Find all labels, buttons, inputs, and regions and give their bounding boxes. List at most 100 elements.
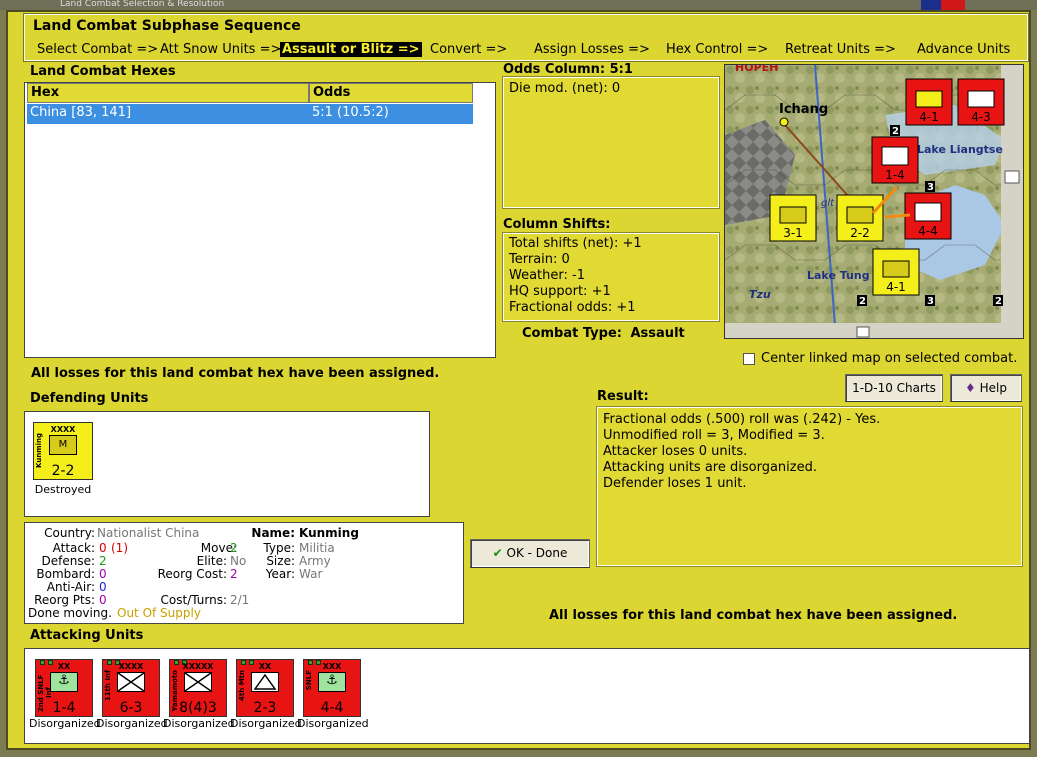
anchor-icon: ⚓ [318, 672, 346, 692]
reorg-cost-label: Reorg Cost: [157, 567, 227, 581]
step-att-snow-units[interactable]: Att Snow Units => [160, 42, 281, 57]
attacking-title: Attacking Units [30, 628, 144, 643]
ok-done-label: OK - Done [506, 546, 568, 560]
bombard-label: Bombard: [36, 567, 95, 581]
supply-status: Out Of Supply [117, 606, 201, 620]
attacker-counter-5[interactable]: XXX SNLF ⚓ 4-4 [303, 659, 361, 717]
infantry-icon [184, 672, 212, 692]
attack-paren-value: (1) [111, 541, 128, 555]
step-hex-control[interactable]: Hex Control => [666, 42, 768, 57]
center-linked-checkbox[interactable] [743, 353, 755, 365]
counter-name: 4th Mtn [238, 670, 246, 701]
type-label: Type: [263, 541, 295, 555]
window-titlebar: Land Combat Selection & Resolution [0, 0, 1037, 10]
hexes-table: Hex Odds China [83, 141] 5:1 (10.5:2) [24, 82, 496, 358]
odds-column-title: Odds Column: 5:1 [503, 62, 633, 77]
defending-title: Defending Units [30, 391, 149, 406]
result-line-3: Attacker loses 0 units. [603, 444, 748, 459]
map-stack-count: 2 [995, 296, 1002, 307]
center-linked-label[interactable]: Center linked map on selected combat. [761, 351, 1017, 366]
map-counter-value: 4-1 [919, 110, 939, 124]
step-assign-losses[interactable]: Assign Losses => [534, 42, 650, 57]
combat-type-label: Combat Type: [522, 326, 622, 341]
attacker-counter-3[interactable]: XXXXX Yamamoto 8(4)3 [169, 659, 227, 717]
map-stack-count: 2 [892, 126, 899, 137]
odds-column-box: Die mod. (net): 0 [502, 76, 720, 209]
map-counter-value: 4-3 [971, 110, 991, 124]
map-counter[interactable]: 4-1 [872, 248, 920, 296]
move-value: 2 [230, 541, 238, 555]
size-value: Army [299, 554, 331, 568]
map-counter-value: 1-4 [885, 168, 905, 182]
reorg-pts-value: 0 [99, 593, 107, 607]
attack-label: Attack: [52, 541, 95, 555]
counter-pips [172, 654, 192, 665]
map-canvas[interactable]: HOPEH Ichang Lake Liangtse Lake Tung Tzu… [725, 65, 1024, 339]
bombard-value: 0 [99, 567, 107, 581]
map-lake-label-2: Lake Tung [807, 269, 870, 282]
map-counter-value: 2-2 [850, 226, 870, 240]
defender-status: Destroyed [34, 483, 92, 496]
defender-counter[interactable]: XXXX Kunming M 2-2 [33, 422, 93, 480]
militia-icon: M [49, 435, 77, 455]
defense-label: Defense: [41, 554, 95, 568]
counter-value: 6-3 [119, 700, 143, 716]
help-button[interactable]: ♦ Help [950, 374, 1022, 402]
hex-cell[interactable]: China [83, 141] [27, 104, 309, 124]
counter-value: 2-3 [253, 700, 277, 716]
map-counter-value: 3-1 [783, 226, 803, 240]
charts-button[interactable]: 1-D-10 Charts [845, 374, 943, 402]
map-counter[interactable]: 4-4 [904, 192, 952, 240]
attacker-status-5: Disorganized [297, 717, 369, 730]
attacker-status-4: Disorganized [230, 717, 302, 730]
map-stack-count: 3 [927, 182, 934, 193]
hexes-title: Land Combat Hexes [30, 64, 176, 79]
map-counter[interactable]: 2-2 [836, 194, 884, 242]
linked-map[interactable]: HOPEH Ichang Lake Liangtse Lake Tung Tzu… [724, 64, 1024, 339]
year-value: War [299, 567, 323, 581]
infantry-icon [117, 672, 145, 692]
country-label: Country: [44, 526, 95, 540]
map-lake-label-1: Lake Liangtse [917, 143, 1003, 156]
losses-message-top: All losses for this land combat hex have… [31, 366, 440, 381]
attacker-counter-4[interactable]: XX 4th Mtn 2-3 [236, 659, 294, 717]
combat-type-value: Assault [630, 326, 685, 341]
step-convert[interactable]: Convert => [430, 42, 507, 57]
step-assault-or-blitz[interactable]: Assault or Blitz => [280, 42, 422, 57]
counter-name: Kunming [35, 433, 43, 468]
shift-line-weather: Weather: -1 [509, 268, 585, 283]
odds-cell[interactable]: 5:1 (10.5:2) [309, 104, 473, 124]
year-label: Year: [265, 567, 295, 581]
die-mod-line: Die mod. (net): 0 [509, 81, 621, 96]
step-advance-units[interactable]: Advance Units [917, 42, 1010, 57]
move-label: Move: [200, 541, 237, 555]
attacker-counter-2[interactable]: XXXX 11th Inf 6-3 [102, 659, 160, 717]
help-button-label: Help [979, 381, 1007, 395]
map-counter[interactable]: 4-3 [957, 78, 1005, 126]
map-region-label: HOPEH [735, 65, 778, 74]
attacker-status-1: Disorganized [29, 717, 101, 730]
antiair-value: 0 [99, 580, 107, 594]
size-label: Size: [266, 554, 295, 568]
step-select-combat[interactable]: Select Combat => [37, 42, 158, 57]
map-stack-count: 2 [859, 296, 866, 307]
hex-column-header[interactable]: Hex [27, 83, 309, 103]
attacker-status-3: Disorganized [163, 717, 235, 730]
step-retreat-units[interactable]: Retreat Units => [785, 42, 896, 57]
map-counter[interactable]: 4-1 [905, 78, 953, 126]
odds-column-header[interactable]: Odds [309, 83, 473, 103]
counter-name: 11th Inf [104, 670, 112, 702]
map-river-label: Tzu [749, 288, 771, 301]
map-counter[interactable]: 3-1 [769, 194, 817, 242]
name-value: Kunming [299, 526, 359, 540]
map-counter[interactable]: 1-4 [871, 136, 919, 184]
reorg-cost-value: 2 [230, 567, 238, 581]
unit-info-panel: Country: Nationalist China Attack: 0 (1)… [24, 522, 464, 624]
defense-value: 2 [99, 554, 107, 568]
map-city-label: Ichang [779, 102, 828, 117]
checkmark-icon: ✔ [492, 546, 503, 560]
attacker-counter-1[interactable]: XX 2nd SNLF Inf ⚓ 1-4 [35, 659, 93, 717]
counter-pips [239, 654, 259, 665]
column-shifts-title: Column Shifts: [503, 217, 611, 232]
ok-done-button[interactable]: ✔ OK - Done [470, 539, 590, 568]
